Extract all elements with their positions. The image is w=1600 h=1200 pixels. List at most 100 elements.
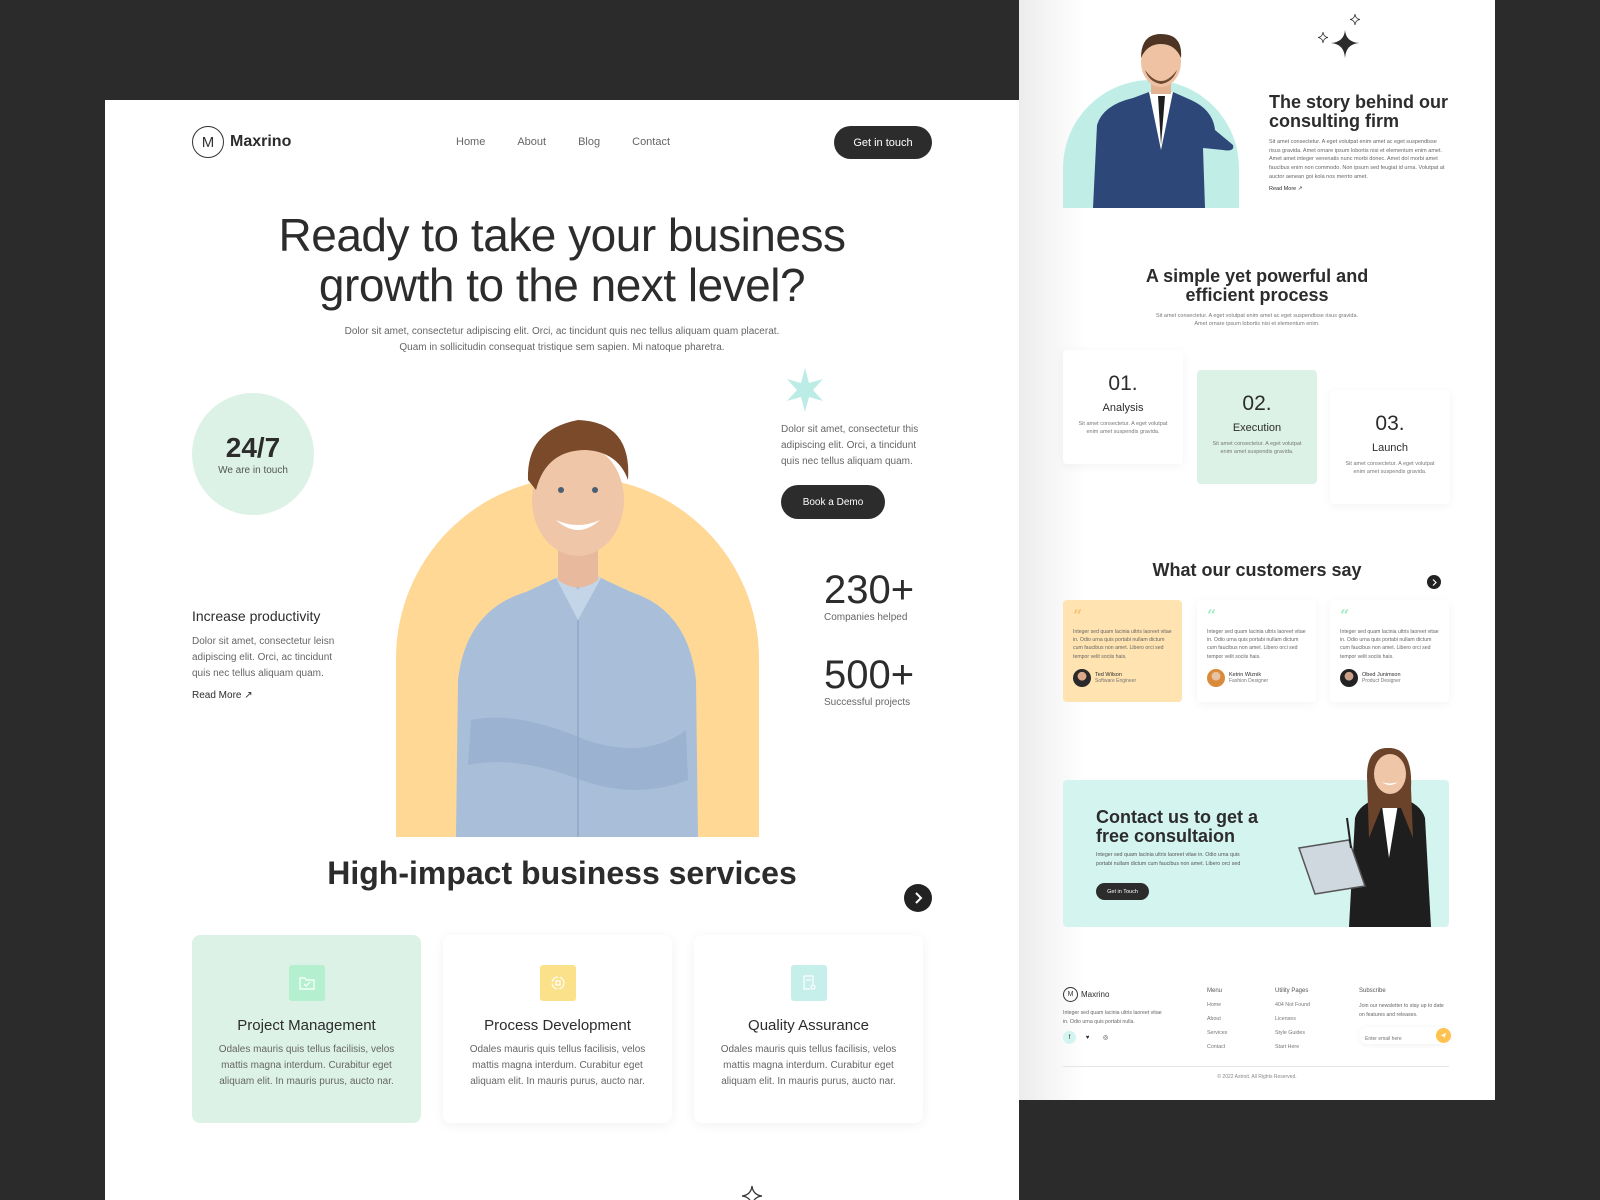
book-demo-button[interactable]: Book a Demo	[781, 485, 885, 519]
service-text: Odales mauris quis tellus facilisis, vel…	[218, 1044, 395, 1087]
stat-value: 230+	[824, 568, 915, 612]
story-read-more-link[interactable]: Read More ↗	[1269, 186, 1302, 192]
subscribe-send-button[interactable]	[1436, 1028, 1451, 1043]
footer-link-contact[interactable]: Contact	[1207, 1044, 1227, 1050]
hero-title-line1: Ready to take your business	[278, 209, 846, 261]
nav-about[interactable]: About	[517, 136, 546, 148]
stat-companies: 230+ Companies helped	[824, 568, 914, 623]
nav-contact[interactable]: Contact	[632, 136, 670, 148]
service-card-process-development[interactable]: Process Development Odales mauris quis t…	[443, 935, 672, 1123]
testimonials-title: What our customers say	[1152, 560, 1362, 580]
process-step-launch: 03. Launch Sit amet consectetur. A eget …	[1330, 390, 1450, 504]
footer-link-services[interactable]: Services	[1207, 1030, 1227, 1036]
productivity-text: Dolor sit amet, consectetur leisn adipis…	[192, 636, 335, 679]
avatar	[1073, 668, 1091, 687]
nav-home[interactable]: Home	[456, 136, 485, 148]
nav-menu: Home About Blog Contact	[456, 136, 670, 148]
sparkles-decoration-icon	[1317, 13, 1361, 58]
services-next-button[interactable]	[904, 884, 932, 912]
process-subtitle: Sit amet consectetur. A eget volutpat en…	[1155, 313, 1359, 327]
top-nav: M Maxrino Home About Blog Contact Get in…	[192, 126, 932, 160]
footer-logo[interactable]: M Maxrino	[1063, 987, 1109, 1002]
twitter-icon[interactable]: ♥	[1081, 1031, 1094, 1044]
get-in-touch-button[interactable]: Get in touch	[834, 126, 932, 159]
email-input[interactable]	[1359, 1030, 1429, 1048]
author-role: Fashion Designer	[1229, 677, 1269, 684]
story-text: Sit amet consectetur. A eget volutpat en…	[1269, 139, 1445, 180]
step-number: 03.	[1375, 412, 1405, 435]
footer-brand-name: Maxrino	[1081, 990, 1110, 999]
brand-logo[interactable]: M Maxrino	[192, 126, 291, 158]
chevron-right-icon	[915, 892, 923, 904]
productivity-title: Increase productivity	[192, 608, 321, 624]
read-more-link[interactable]: Read More ↗	[192, 690, 352, 701]
step-text: Sit amet consectetur. A eget volutpat en…	[1345, 461, 1435, 475]
contact-title: Contact us to get a free consultaion	[1096, 807, 1259, 846]
testimonial-card: “ Integer sed quam lacinia ultris laoree…	[1330, 600, 1449, 702]
quote-icon: “	[1340, 606, 1350, 625]
service-title: Project Management	[237, 1017, 376, 1034]
stat-value: 500+	[824, 653, 915, 697]
services-title: High-impact business services	[327, 855, 797, 891]
facebook-icon[interactable]: f	[1063, 1031, 1076, 1044]
step-text: Sit amet consectetur. A eget volutpat en…	[1212, 441, 1302, 455]
step-number: 02.	[1242, 392, 1272, 415]
footer-about-text: Integer sed quam lacinia ultris laoreet …	[1063, 1010, 1162, 1025]
footer-link-about[interactable]: About	[1207, 1016, 1227, 1022]
footer-utility-column: Utility Pages 404 Not Found Licenses Sty…	[1275, 988, 1310, 1058]
stat-projects: 500+ Successful projects	[824, 653, 914, 708]
footer-link-404[interactable]: 404 Not Found	[1275, 1002, 1310, 1008]
process-title: A simple yet powerful and efficient proc…	[1145, 266, 1369, 305]
copyright-text: © 2022 Astroit. All Rights Reserved.	[1217, 1074, 1297, 1080]
step-title: Analysis	[1102, 402, 1144, 414]
contact-get-in-touch-button[interactable]: Get in Touch	[1096, 883, 1149, 900]
author-role: Software Engineer	[1095, 677, 1137, 684]
footer-divider	[1063, 1066, 1449, 1067]
subscribe-text: Join our newsletter to stay up to date o…	[1359, 1003, 1444, 1018]
footer-link-licenses[interactable]: Licenses	[1275, 1016, 1310, 1022]
testimonials-next-button[interactable]	[1427, 575, 1441, 589]
service-card-quality-assurance[interactable]: Quality Assurance Odales mauris quis tel…	[694, 935, 923, 1123]
testimonial-text: Integer sed quam lacinia ultris laoreet …	[1340, 629, 1439, 660]
service-title: Process Development	[484, 1017, 631, 1034]
avatar	[1340, 668, 1358, 687]
instagram-icon[interactable]: ◎	[1099, 1031, 1112, 1044]
process-cycle-icon	[539, 965, 576, 1001]
subscribe-form	[1359, 1027, 1451, 1048]
step-number: 01.	[1108, 372, 1138, 395]
step-title: Launch	[1371, 442, 1409, 454]
testimonial-card: “ Integer sed quam lacinia ultris laoree…	[1063, 600, 1182, 702]
footer-link-start-here[interactable]: Start Here	[1275, 1044, 1310, 1050]
badge-label: We are in touch	[218, 464, 288, 476]
nav-blog[interactable]: Blog	[578, 136, 600, 148]
document-search-icon	[790, 965, 827, 1001]
stat-label: Successful projects	[824, 697, 911, 708]
process-step-analysis: 01. Analysis Sit amet consectetur. A ege…	[1063, 350, 1183, 464]
process-step-execution: 02. Execution Sit amet consectetur. A eg…	[1197, 370, 1317, 484]
testimonial-author: Ted Wilson Software Engineer	[1073, 668, 1172, 687]
sparkle-decoration-icon	[741, 1185, 763, 1200]
step-title: Execution	[1232, 422, 1282, 434]
author-name: Obed Junimson	[1362, 671, 1401, 678]
footer-menu-column: Menu Home About Services Contact	[1207, 988, 1227, 1058]
send-icon	[1440, 1032, 1447, 1039]
contact-text: Integer sed quam lacinia ultris laoreet …	[1096, 852, 1241, 867]
footer-link-home[interactable]: Home	[1207, 1002, 1227, 1008]
footer-link-style-guides[interactable]: Style Guides	[1275, 1030, 1310, 1036]
avatar	[1207, 668, 1225, 687]
hero-subtitle: Dolor sit amet, consectetur adipiscing e…	[344, 326, 780, 353]
testimonial-author: Obed Junimson Product Designer	[1340, 668, 1439, 687]
step-text: Sit amet consectetur. A eget volutpat en…	[1078, 421, 1168, 435]
folder-check-icon	[288, 965, 325, 1001]
testimonial-card: “ Integer sed quam lacinia ultris laoree…	[1197, 600, 1316, 702]
hero-title-line2: growth to the next level?	[318, 259, 806, 311]
productivity-block: Increase productivity Dolor sit amet, co…	[192, 608, 352, 701]
chevron-right-icon	[1432, 578, 1437, 586]
badge-value: 24/7	[225, 431, 281, 463]
story-title: The story behind our consulting firm	[1269, 92, 1449, 131]
logo-icon: M	[192, 126, 224, 158]
quote-icon: “	[1207, 606, 1217, 625]
service-card-project-management[interactable]: Project Management Odales mauris quis te…	[192, 935, 421, 1123]
hero-person-image	[456, 420, 698, 837]
availability-badge: 24/7 We are in touch	[192, 393, 314, 515]
